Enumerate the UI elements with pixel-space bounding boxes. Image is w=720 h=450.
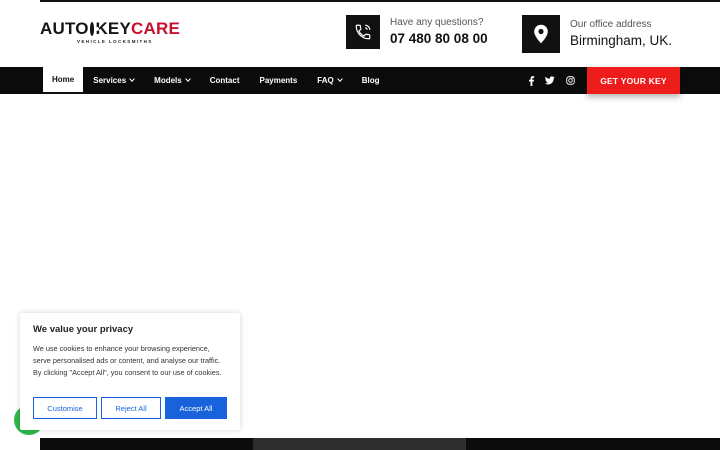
logo-tagline: VEHICLE LOCKSMITHS [77,39,153,44]
nav-item-label: Models [154,76,182,85]
phone-label: Have any questions? [390,17,484,28]
cookie-button-group: Customise Reject All Accept All [33,397,231,419]
logo-text-auto: AUTO [40,19,89,38]
nav-item-faq[interactable]: FAQ [307,67,351,94]
nav-item-payments[interactable]: Payments [250,67,308,94]
logo-text-key: KEY [95,19,132,38]
cookie-title: We value your privacy [33,324,134,335]
cookie-description: We use cookies to enhance your browsing … [33,344,222,377]
top-border-line [40,0,720,2]
footer-strip-center [253,438,466,450]
nav-item-label: FAQ [317,76,334,85]
location-pin-icon [522,15,560,53]
logo-text-care: CARE [131,19,180,38]
office-address: Birmingham, UK. [570,33,673,48]
nav-item-models[interactable]: Models [144,67,200,94]
facebook-icon[interactable] [524,67,538,94]
phone-number-link[interactable]: 07 480 80 08 00 [390,31,488,46]
office-label: Our office address [570,19,652,30]
nav-item-services[interactable]: Services [83,67,144,94]
nav-item-contact[interactable]: Contact [200,67,250,94]
nav-menu: Home Services Models Contact Payments FA… [40,67,390,94]
nav-item-label: Payments [259,76,298,85]
chevron-down-icon [129,76,135,82]
site-logo[interactable]: AUTO KEY CARE VEHICLE LOCKSMITHS [40,20,180,46]
get-your-key-button[interactable]: GET YOUR KEY [587,67,680,94]
nav-item-label: Home [52,75,75,84]
nav-item-home[interactable]: Home [43,67,84,94]
nav-item-label: Contact [209,76,240,85]
logo-key-icon [89,22,99,36]
cookie-consent-dialog: We value your privacy We use cookies to … [20,313,240,430]
cookie-accept-all-button[interactable]: Accept All [165,397,227,419]
nav-item-label: Services [93,76,127,85]
nav-item-label: Blog [361,76,380,85]
nav-item-blog[interactable]: Blog [352,67,390,94]
twitter-icon[interactable] [543,67,557,94]
cookie-customise-button[interactable]: Customise [33,397,97,419]
chevron-down-icon [336,76,343,82]
cookie-reject-all-button[interactable]: Reject All [101,397,161,419]
phone-icon[interactable] [346,15,380,49]
logo-wordmark: AUTO KEY CARE [40,20,180,38]
chevron-down-icon [184,76,191,82]
instagram-icon[interactable] [563,67,577,94]
